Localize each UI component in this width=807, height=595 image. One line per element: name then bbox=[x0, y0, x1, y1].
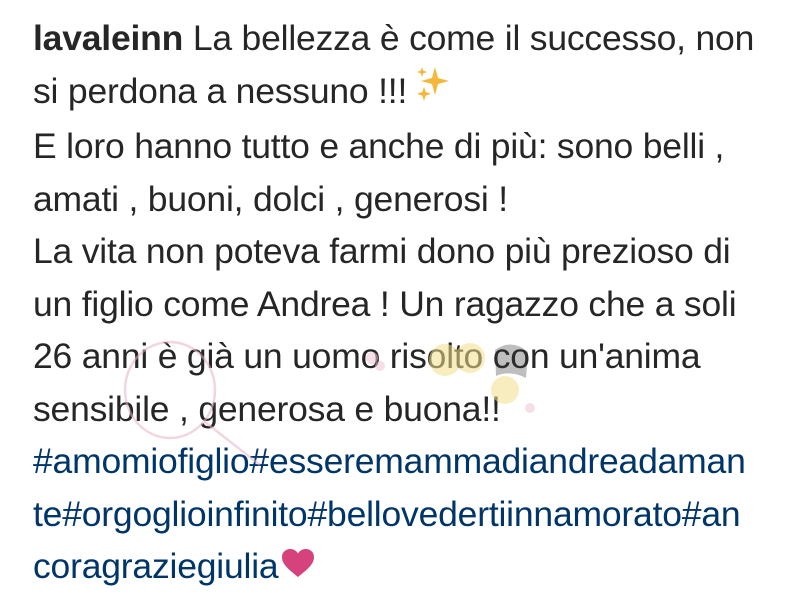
caption-text: si perdona a nessuno !!! bbox=[33, 70, 408, 111]
hashtag-line-3[interactable]: coragraziegiulia bbox=[33, 546, 279, 586]
heart-icon bbox=[280, 541, 316, 594]
caption-line-1: lavaleinn La bellezza è come il successo… bbox=[33, 12, 793, 65]
caption-text: La bellezza è come il successo, non bbox=[192, 18, 755, 58]
caption-line-5: La vita non poteva farmi dono più prezio… bbox=[33, 231, 731, 272]
post-caption: lavaleinn La bellezza è come il successo… bbox=[33, 12, 793, 595]
caption-line-2: si perdona a nessuno !!! bbox=[33, 65, 793, 121]
caption-line-8: sensibile , generosa e buona!! bbox=[33, 388, 501, 429]
caption-line-6: un figlio come Andrea ! Un ragazzo che a… bbox=[33, 283, 737, 324]
sparkles-icon bbox=[413, 63, 453, 118]
caption-line-4: amati , buoni, dolci , generosi ! bbox=[33, 178, 508, 219]
username-link[interactable]: lavaleinn bbox=[33, 18, 183, 58]
hashtag-line-1[interactable]: #amomiofiglio#esseremammadiandreadaman bbox=[33, 435, 793, 488]
hashtag-line-3-wrap: coragraziegiulia bbox=[33, 540, 793, 595]
hashtag-line-2[interactable]: te#orgoglioinfinito#bellovedertiinnamora… bbox=[33, 488, 793, 541]
caption-line-7: 26 anni è già un uomo risolto con un'ani… bbox=[33, 336, 701, 377]
caption-line-3: E loro hanno tutto e anche di più: sono … bbox=[33, 126, 725, 167]
